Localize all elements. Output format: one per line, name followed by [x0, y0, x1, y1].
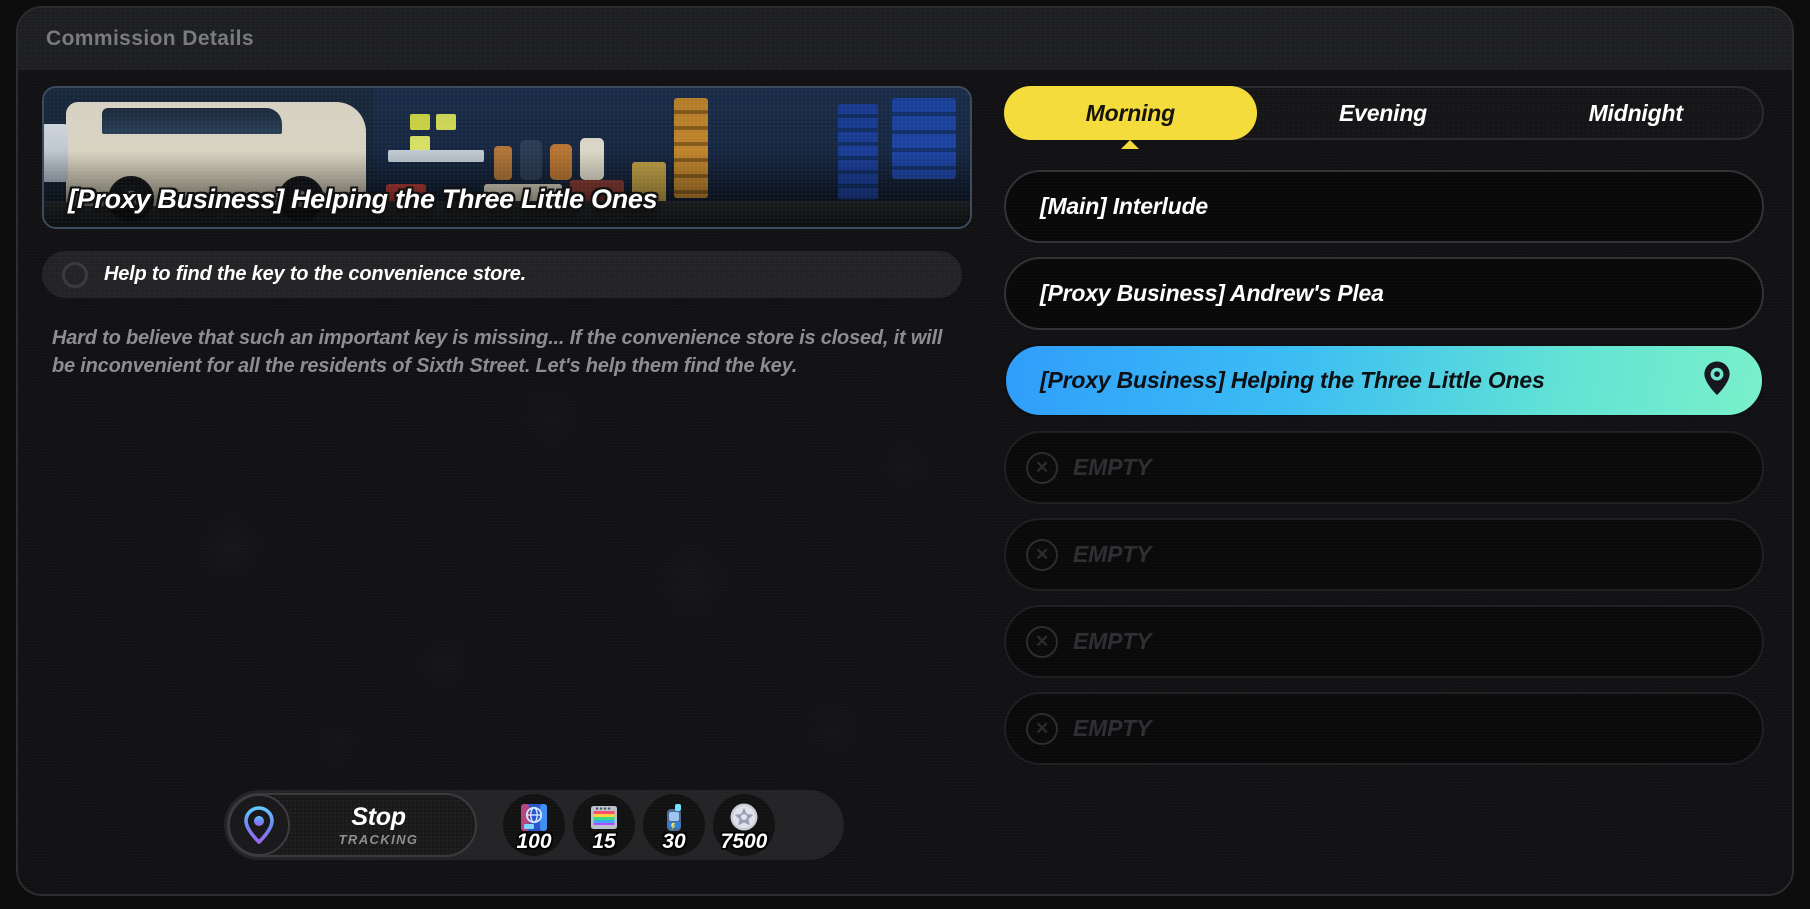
location-pin-icon	[228, 794, 290, 856]
x-circle-icon: ✕	[1026, 625, 1058, 658]
mission-label: EMPTY	[1073, 628, 1152, 654]
page-title: Commission Details	[46, 26, 254, 50]
reward-count: 100	[516, 830, 552, 853]
stop-tracking-button[interactable]: Stop TRACKING	[227, 793, 477, 857]
commission-banner: [Proxy Business] Helping the Three Littl…	[42, 86, 972, 229]
mission-label: [Proxy Business] Andrew's Plea	[1040, 280, 1384, 306]
tracking-action-label: Stop	[351, 802, 406, 831]
reward-list: 100 15 30 7500	[503, 794, 775, 856]
x-circle-icon: ✕	[1026, 538, 1058, 571]
x-circle-icon: ✕	[1026, 712, 1058, 745]
mission-slots: [Main] Interlude [Proxy Business] Andrew…	[1004, 170, 1764, 765]
tab-morning[interactable]: Morning	[1004, 86, 1257, 140]
mission-list-pane: Morning Evening Midnight [Main] Interlud…	[1004, 86, 1764, 876]
reward-item[interactable]: 15	[573, 794, 635, 856]
objective-checkbox-icon	[62, 261, 88, 288]
objective-row: Help to find the key to the convenience …	[42, 251, 962, 298]
mission-slot-empty[interactable]: ✕ EMPTY	[1004, 431, 1764, 504]
commission-detail-pane: [Proxy Business] Helping the Three Littl…	[42, 86, 982, 876]
window-titlebar: Commission Details	[18, 8, 1792, 70]
mission-slot-empty[interactable]: ✕ EMPTY	[1004, 518, 1764, 591]
mission-slot-helping-three-little-ones[interactable]: [Proxy Business] Helping the Three Littl…	[1004, 344, 1764, 417]
mission-label: [Main] Interlude	[1040, 193, 1209, 219]
commission-action-bar: Stop TRACKING 100 15 30 7500	[224, 790, 844, 860]
window-body: [Proxy Business] Helping the Three Littl…	[18, 70, 1792, 894]
reward-item[interactable]: 30	[643, 794, 705, 856]
mission-slot-main-interlude[interactable]: [Main] Interlude	[1004, 170, 1764, 243]
objective-text: Help to find the key to the convenience …	[104, 263, 526, 285]
tracking-sub-label: TRACKING	[338, 831, 419, 847]
time-of-day-tabs: Morning Evening Midnight	[1004, 86, 1764, 140]
tracking-labels: Stop TRACKING	[290, 804, 475, 847]
mission-label: EMPTY	[1073, 454, 1152, 480]
reward-count: 30	[662, 830, 686, 853]
mission-slot-empty[interactable]: ✕ EMPTY	[1004, 605, 1764, 678]
mission-label: EMPTY	[1073, 541, 1152, 567]
reward-item[interactable]: 100	[503, 794, 565, 856]
mission-slot-andrews-plea[interactable]: [Proxy Business] Andrew's Plea	[1004, 257, 1764, 330]
mission-label: [Proxy Business] Helping the Three Littl…	[1040, 367, 1545, 393]
commission-details-window: Commission Details [Proxy Business] Help…	[16, 6, 1794, 896]
mission-slot-empty[interactable]: ✕ EMPTY	[1004, 692, 1764, 765]
tab-evening[interactable]: Evening	[1257, 88, 1510, 138]
reward-count: 15	[592, 830, 616, 853]
reward-item[interactable]: 7500	[713, 794, 775, 856]
game-screen: Commission Details [Proxy Business] Help…	[0, 0, 1810, 909]
x-circle-icon: ✕	[1026, 451, 1058, 484]
reward-count: 7500	[720, 830, 768, 853]
mission-label: EMPTY	[1073, 715, 1152, 741]
commission-title: [Proxy Business] Helping the Three Littl…	[68, 184, 658, 214]
location-pin-icon	[1700, 359, 1734, 402]
commission-description: Hard to believe that such an important k…	[52, 327, 943, 377]
tab-midnight[interactable]: Midnight	[1509, 88, 1762, 138]
